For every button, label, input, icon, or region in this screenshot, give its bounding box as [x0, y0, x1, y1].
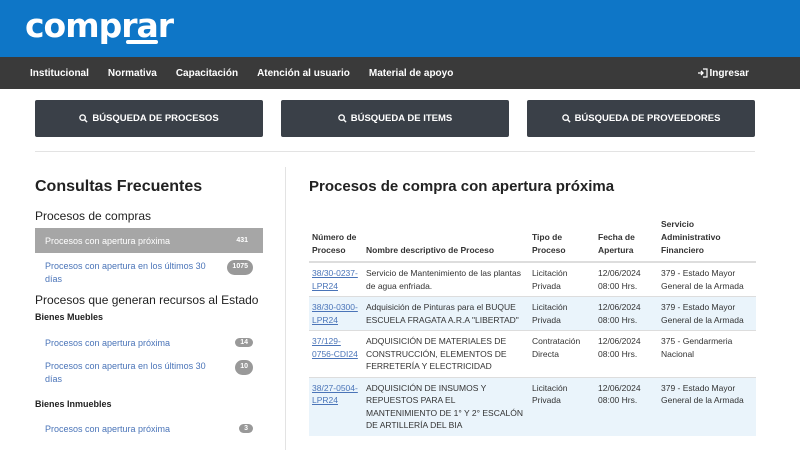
login-link[interactable]: Ingresar: [697, 57, 749, 89]
col-servicio[interactable]: Servicio Administrativo Financiero: [658, 218, 756, 263]
process-service: 379 - Estado Mayor General de la Armada: [658, 261, 756, 297]
sidebar: Consultas Frecuentes Procesos de compras…: [35, 178, 263, 435]
table-row: 38/27-0504-LPR24 ADQUISICIÓN DE INSUMOS …: [309, 376, 756, 436]
nav-item-normativa[interactable]: Normativa: [108, 68, 157, 79]
process-number-link[interactable]: 38/30-0237-LPR24: [309, 261, 363, 297]
sidebar-item-inmuebles-proxima[interactable]: Procesos con apertura próxima 3: [35, 422, 263, 435]
sidebar-section-recursos: Procesos que generan recursos al Estado: [35, 293, 259, 307]
main-nav: Institucional Normativa Capacitación Ate…: [0, 57, 800, 89]
table-row: 38/30-0300-LPR24 Adquisición de Pinturas…: [309, 296, 756, 331]
process-number-link[interactable]: 38/27-0504-LPR24: [309, 376, 363, 436]
process-service: 379 - Estado Mayor General de la Armada: [658, 376, 756, 436]
search-icon: [337, 114, 347, 123]
nav-item-material[interactable]: Material de apoyo: [369, 68, 453, 79]
sign-in-icon: [697, 68, 708, 78]
col-fecha[interactable]: Fecha de Apertura: [595, 218, 658, 263]
process-type: Licitación Privada: [529, 376, 595, 436]
search-suppliers-label: BÚSQUEDA DE PROVEEDORES: [574, 113, 721, 124]
sidebar-item-label: Procesos con apertura en los últimos 30 …: [45, 261, 206, 284]
sidebar-sub-inmuebles: Bienes Inmuebles: [35, 399, 112, 409]
nav-item-atencion[interactable]: Atención al usuario: [257, 68, 350, 79]
sidebar-item-apertura-proxima[interactable]: Procesos con apertura próxima 431: [35, 228, 263, 253]
count-badge: 431: [236, 237, 248, 244]
sidebar-item-label: Procesos con apertura próxima: [45, 423, 171, 434]
search-items-button[interactable]: BÚSQUEDA DE ITEMS: [281, 100, 509, 137]
count-badge: 10: [235, 360, 253, 375]
process-type: Contratación Directa: [529, 330, 595, 377]
search-suppliers-button[interactable]: BÚSQUEDA DE PROVEEDORES: [527, 100, 755, 137]
process-name: ADQUISICIÓN DE MATERIALES DE CONSTRUCCIÓ…: [363, 330, 529, 377]
table-row: 38/30-0237-LPR24 Servicio de Mantenimien…: [309, 261, 756, 297]
process-type: Licitación Privada: [529, 261, 595, 297]
sidebar-title: Consultas Frecuentes: [35, 178, 203, 195]
horizontal-divider: [35, 151, 755, 152]
process-name: Adquisición de Pinturas para el BUQUE ES…: [363, 296, 529, 331]
sidebar-sub-muebles: Bienes Muebles: [35, 312, 104, 322]
sidebar-item-ultimos-30[interactable]: Procesos con apertura en los últimos 30 …: [35, 260, 263, 287]
search-processes-button[interactable]: BÚSQUEDA DE PROCESOS: [35, 100, 263, 137]
count-badge: 3: [239, 424, 253, 433]
header-bar: comprar: [0, 0, 800, 57]
process-number-link[interactable]: 37/129-0756-CDI24: [309, 330, 363, 377]
nav-item-institucional[interactable]: Institucional: [30, 68, 89, 79]
search-icon: [79, 114, 88, 123]
sidebar-item-muebles-proxima[interactable]: Procesos con apertura próxima 14: [35, 336, 263, 349]
process-service: 379 - Estado Mayor General de la Armada: [658, 296, 756, 331]
sidebar-section-compras: Procesos de compras: [35, 209, 152, 223]
count-badge: 14: [235, 338, 253, 347]
sidebar-item-label: Procesos con apertura próxima: [45, 337, 171, 348]
processes-table: Número de Proceso Nombre descriptivo de …: [309, 218, 756, 436]
process-number-link[interactable]: 38/30-0300-LPR24: [309, 296, 363, 331]
sidebar-item-muebles-ultimos-30[interactable]: Procesos con apertura en los últimos 30 …: [35, 360, 263, 387]
process-date: 12/06/2024 08:00 Hrs.: [595, 261, 658, 297]
col-tipo[interactable]: Tipo de Proceso: [529, 218, 595, 263]
process-type: Licitación Privada: [529, 296, 595, 331]
search-icon: [561, 114, 571, 123]
vertical-divider: [285, 167, 286, 450]
count-badge: 1075: [227, 260, 253, 275]
col-numero[interactable]: Número de Proceso: [309, 218, 363, 263]
login-label: Ingresar: [709, 67, 749, 79]
main-content: Procesos de compra con apertura próxima …: [309, 178, 756, 436]
page-title: Procesos de compra con apertura próxima: [309, 178, 615, 195]
search-processes-label: BÚSQUEDA DE PROCESOS: [92, 113, 219, 124]
search-items-label: BÚSQUEDA DE ITEMS: [350, 113, 453, 124]
table-header-row: Número de Proceso Nombre descriptivo de …: [309, 218, 756, 263]
nav-item-capacitacion[interactable]: Capacitación: [176, 68, 238, 79]
sidebar-item-label: Procesos con apertura próxima: [45, 235, 171, 246]
search-buttons: BÚSQUEDA DE PROCESOS BÚSQUEDA DE ITEMS B…: [35, 100, 755, 137]
sidebar-item-label: Procesos con apertura en los últimos 30 …: [45, 361, 206, 384]
process-service: 375 - Gendarmeria Nacional: [658, 330, 756, 377]
logo-underline: [126, 40, 158, 44]
table-row: 37/129-0756-CDI24 ADQUISICIÓN DE MATERIA…: [309, 330, 756, 377]
col-nombre[interactable]: Nombre descriptivo de Proceso: [363, 218, 529, 263]
process-date: 12/06/2024 08:00 Hrs.: [595, 376, 658, 436]
process-date: 12/06/2024 08:00 Hrs.: [595, 296, 658, 331]
process-name: Servicio de Mantenimiento de las plantas…: [363, 261, 529, 297]
process-date: 12/06/2024 08:00 Hrs.: [595, 330, 658, 377]
process-name: ADQUISICIÓN DE INSUMOS Y REPUESTOS PARA …: [363, 376, 529, 436]
